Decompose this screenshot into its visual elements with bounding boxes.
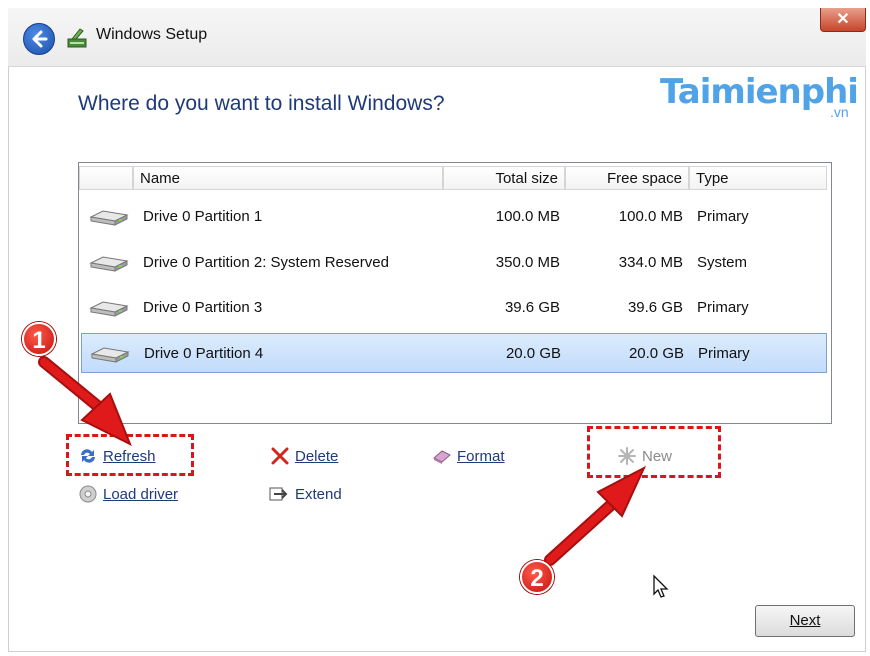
column-total-size-header[interactable]: Total size: [443, 166, 565, 190]
logo-text: Taimienphi: [660, 72, 859, 112]
close-icon: ✕: [836, 11, 850, 28]
table-header: Name Total size Free space Type: [79, 166, 829, 190]
partition-type: System: [697, 254, 748, 271]
delete-link[interactable]: Delete: [270, 446, 338, 466]
watermark-logo: Taimienphi .vn: [660, 72, 859, 120]
partition-type: Primary: [698, 345, 750, 362]
partition-name: Drive 0 Partition 3: [143, 299, 263, 316]
partition-free-space: 20.0 GB: [628, 345, 684, 362]
cursor-icon: [653, 574, 669, 598]
delete-icon: [271, 447, 289, 465]
load-driver-link[interactable]: Load driver: [78, 484, 178, 504]
back-arrow-icon: [32, 30, 48, 48]
partition-type: Primary: [697, 299, 749, 316]
extend-label: Extend: [295, 485, 342, 503]
back-button[interactable]: [23, 23, 55, 55]
table-row[interactable]: Drive 0 Partition 3 39.6 GB 39.6 GB Prim…: [81, 288, 827, 328]
partition-free-space: 100.0 MB: [618, 208, 683, 225]
partition-total-size: 100.0 MB: [495, 208, 560, 225]
close-button[interactable]: ✕: [820, 8, 866, 32]
drive-icon: [89, 301, 129, 317]
partition-free-space: 39.6 GB: [627, 299, 683, 316]
format-link[interactable]: Format: [432, 446, 505, 466]
partition-name: Drive 0 Partition 2: System Reserved: [143, 254, 389, 271]
partition-type: Primary: [697, 208, 749, 225]
logo-domain: .vn: [830, 104, 849, 120]
column-free-space-header[interactable]: Free space: [565, 166, 689, 190]
format-icon: [433, 450, 451, 464]
page-title: Where do you want to install Windows?: [78, 92, 445, 115]
partition-free-space: 334.0 MB: [618, 254, 683, 271]
next-button[interactable]: Next: [755, 605, 855, 637]
drive-icon: [89, 210, 129, 226]
column-type-header[interactable]: Type: [689, 166, 827, 190]
partition-name: Drive 0 Partition 4: [144, 345, 264, 362]
drive-icon: [89, 256, 129, 272]
partition-total-size: 350.0 MB: [495, 254, 560, 271]
table-row[interactable]: Drive 0 Partition 2: System Reserved 350…: [81, 243, 827, 283]
setup-icon: [67, 28, 87, 48]
extend-link[interactable]: Extend: [266, 484, 342, 504]
new-highlight-box: [587, 426, 721, 478]
refresh-highlight-box: [66, 434, 194, 476]
load-driver-icon: [79, 485, 97, 503]
column-name-header[interactable]: Name: [133, 166, 443, 190]
format-label: Format: [457, 447, 505, 465]
partition-table: Name Total size Free space Type Drive 0 …: [78, 162, 832, 424]
step-1-badge: 1: [22, 322, 56, 356]
drive-icon: [90, 347, 130, 363]
extend-icon: [269, 487, 288, 501]
partition-total-size: 39.6 GB: [504, 299, 560, 316]
partition-name: Drive 0 Partition 1: [143, 208, 263, 225]
table-row[interactable]: Drive 0 Partition 1 100.0 MB 100.0 MB Pr…: [81, 197, 827, 237]
delete-label: Delete: [295, 447, 339, 465]
column-icon-header[interactable]: [79, 166, 133, 190]
table-row-selected[interactable]: Drive 0 Partition 4 20.0 GB 20.0 GB Prim…: [81, 333, 827, 373]
window-title: Windows Setup: [96, 26, 208, 43]
load-driver-label: Load driver: [103, 485, 179, 503]
step-2-badge: 2: [520, 560, 554, 594]
partition-total-size: 20.0 GB: [505, 345, 561, 362]
next-label: Next: [789, 612, 821, 629]
